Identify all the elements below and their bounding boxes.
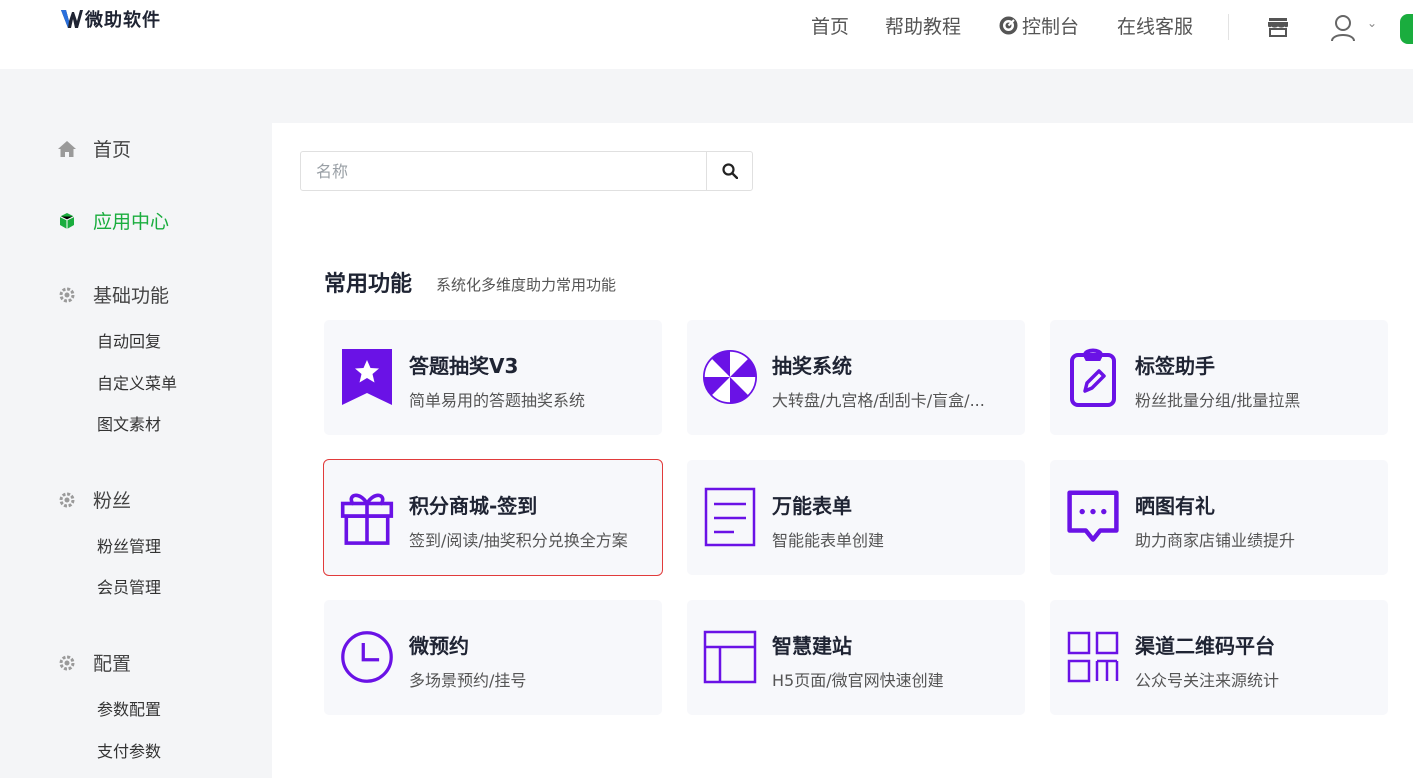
gift-icon	[340, 486, 394, 548]
sidebar-item-config[interactable]: 配置	[58, 649, 131, 676]
cube-icon	[58, 212, 76, 230]
sidebar-subitem-auto-reply[interactable]: 自动回复	[97, 328, 161, 352]
sidebar-subitem-media[interactable]: 图文素材	[97, 411, 161, 435]
logo-text: 微助软件	[85, 10, 161, 31]
card-desc: 粉丝批量分组/批量拉黑	[1135, 391, 1301, 410]
app-card-smart-site[interactable]: 智慧建站 H5页面/微官网快速创建	[687, 600, 1025, 715]
wheel-icon	[703, 346, 757, 408]
card-title: 抽奖系统	[772, 354, 852, 378]
sidebar-subitem-custom-menu[interactable]: 自定义菜单	[97, 370, 177, 394]
card-title: 微预约	[409, 634, 469, 658]
app-card-points-mall[interactable]: 积分商城-签到 签到/阅读/抽奖积分兑换全方案	[323, 459, 663, 576]
app-card-lottery-system[interactable]: 抽奖系统 大转盘/九宫格/刮刮卡/盲盒/...	[687, 320, 1025, 435]
card-desc: 智能能表单创建	[772, 531, 885, 550]
card-desc: 多场景预约/挂号	[409, 671, 527, 690]
card-desc: H5页面/微官网快速创建	[772, 671, 944, 690]
qrcode-icon	[1066, 626, 1120, 688]
card-desc: 签到/阅读/抽奖积分兑换全方案	[409, 531, 628, 550]
card-desc: 公众号关注来源统计	[1135, 671, 1280, 690]
gear-icon	[58, 286, 76, 304]
app-card-tag-assistant[interactable]: 标签助手 粉丝批量分组/批量拉黑	[1050, 320, 1388, 435]
app-card-reservation[interactable]: 微预约 多场景预约/挂号	[324, 600, 662, 715]
sidebar-subitem-params[interactable]: 参数配置	[97, 696, 161, 720]
ribbon-star-icon	[340, 346, 394, 408]
nav-console[interactable]: 控制台	[998, 14, 1079, 40]
card-title: 万能表单	[772, 494, 852, 518]
card-title: 标签助手	[1135, 354, 1215, 378]
card-title: 积分商城-签到	[409, 494, 538, 518]
search-input[interactable]	[301, 152, 707, 190]
sidebar-subitem-fans-management[interactable]: 粉丝管理	[97, 533, 161, 557]
action-button[interactable]	[1400, 14, 1413, 44]
sidebar-subitem-payment[interactable]: 支付参数	[97, 738, 161, 762]
card-desc: 简单易用的答题抽奖系统	[409, 391, 586, 410]
gear-icon	[58, 654, 76, 672]
clock-icon	[340, 626, 394, 688]
chevron-down-icon[interactable]: ⌄	[1367, 16, 1377, 30]
card-desc: 大转盘/九宫格/刮刮卡/盲盒/...	[772, 391, 985, 410]
user-icon[interactable]	[1330, 14, 1356, 42]
sidebar-item-label: 基础功能	[93, 285, 170, 307]
app-card-channel-qrcode[interactable]: 渠道二维码平台 公众号关注来源统计	[1050, 600, 1388, 715]
section-title: 常用功能	[324, 272, 413, 297]
app-card-quiz-lottery[interactable]: 答题抽奖V3 简单易用的答题抽奖系统	[324, 320, 662, 435]
app-card-photo-gift[interactable]: 晒图有礼 助力商家店铺业绩提升	[1050, 460, 1388, 575]
form-icon	[703, 486, 757, 548]
chat-bubble-icon	[1066, 486, 1120, 548]
card-title: 晒图有礼	[1135, 494, 1215, 518]
nav-console-label: 控制台	[1022, 16, 1080, 38]
nav-home[interactable]: 首页	[811, 14, 849, 40]
sidebar-item-label: 配置	[93, 653, 132, 675]
card-title: 渠道二维码平台	[1135, 634, 1275, 658]
main-panel: 常用功能 系统化多维度助力常用功能 答题抽奖V3 简单易用的答题抽奖系统 抽奖系…	[272, 123, 1413, 778]
card-desc: 助力商家店铺业绩提升	[1135, 531, 1296, 550]
sidebar-item-label: 应用中心	[93, 211, 170, 233]
sidebar: 首页 应用中心 基础功能 自动回复 自定义菜单 图文素材 粉丝 粉丝管理 会员管…	[0, 69, 272, 778]
logo-w-icon	[61, 10, 83, 28]
card-title: 智慧建站	[772, 634, 852, 658]
sidebar-subitem-member-management[interactable]: 会员管理	[97, 574, 161, 598]
top-header: 微助软件 首页 帮助教程 控制台 在线客服 ⌄	[0, 0, 1413, 69]
card-title: 答题抽奖V3	[409, 354, 519, 378]
store-icon[interactable]	[1267, 17, 1289, 37]
search-box	[300, 151, 753, 191]
sidebar-item-app-center[interactable]: 应用中心	[58, 207, 169, 234]
section-subtitle: 系统化多维度助力常用功能	[436, 276, 617, 294]
nav-help-tutorial[interactable]: 帮助教程	[885, 14, 961, 40]
clipboard-pen-icon	[1066, 346, 1120, 408]
sidebar-item-home[interactable]: 首页	[58, 135, 131, 162]
home-icon	[58, 140, 76, 158]
console-icon	[999, 16, 1018, 35]
sidebar-item-label: 粉丝	[93, 490, 132, 512]
sidebar-item-basic-functions[interactable]: 基础功能	[58, 281, 169, 308]
layout-icon	[703, 626, 757, 688]
gear-icon	[58, 491, 76, 509]
search-button[interactable]	[706, 152, 752, 190]
sidebar-item-label: 首页	[93, 139, 132, 161]
search-icon	[721, 163, 738, 179]
nav-divider	[1228, 14, 1229, 40]
sidebar-item-fans[interactable]: 粉丝	[58, 486, 131, 513]
brand-logo[interactable]: 微助软件	[61, 6, 161, 32]
app-card-universal-form[interactable]: 万能表单 智能能表单创建	[687, 460, 1025, 575]
nav-online-service[interactable]: 在线客服	[1117, 14, 1193, 40]
